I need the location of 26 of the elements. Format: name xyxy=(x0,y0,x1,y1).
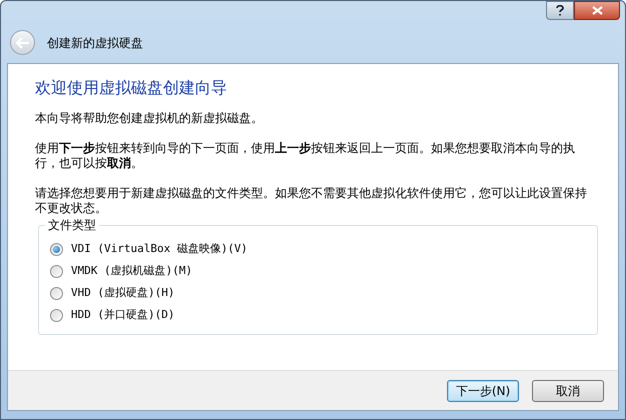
radio-label: VDI (VirtualBox 磁盘映像)(V) xyxy=(71,240,248,257)
wizard-button[interactable]: 下一步(N) xyxy=(447,380,519,402)
radio-option[interactable]: VMDK (虚拟机磁盘)(M) xyxy=(50,260,597,282)
radio-button[interactable] xyxy=(50,308,63,322)
radio-option[interactable]: HDD (并口硬盘)(D) xyxy=(50,304,597,326)
close-button[interactable] xyxy=(574,1,620,20)
close-icon xyxy=(592,6,602,15)
radio-button[interactable] xyxy=(50,242,63,256)
wizard-heading: 欢迎使用虚拟磁盘创建向导 xyxy=(35,78,228,98)
back-arrow-icon xyxy=(16,36,30,48)
radio-label: HDD (并口硬盘)(D) xyxy=(71,306,175,323)
group-legend: 文件类型 xyxy=(45,217,99,233)
radio-button[interactable] xyxy=(50,286,63,300)
wizard-button[interactable]: 取消 xyxy=(532,380,604,402)
description-text: 使用下一步按钮来转到向导的下一页面，使用上一步按钮来返回上一页面。如果您想要取消本向导的执行，也可以按取消。 xyxy=(35,141,576,171)
radio-option[interactable]: VDI (VirtualBox 磁盘映像)(V) xyxy=(50,238,597,260)
help-button[interactable] xyxy=(546,1,574,20)
help-icon xyxy=(556,5,564,16)
window-title: 创建新的虚拟硬盘 xyxy=(47,35,143,52)
back-button[interactable] xyxy=(10,30,35,55)
description-text: 请选择您想要用于新建虚拟磁盘的文件类型。如果您不需要其他虚拟化软件使用它，您可以让此设置保持不更改状态。 xyxy=(35,186,588,216)
description-text: 本向导将帮助您创建虚拟机的新虚拟磁盘。 xyxy=(35,111,264,126)
radio-button[interactable] xyxy=(50,264,63,278)
radio-label: VHD (虚拟硬盘)(H) xyxy=(71,284,175,301)
radio-label: VMDK (虚拟机磁盘)(M) xyxy=(71,262,192,279)
radio-option[interactable]: VHD (虚拟硬盘)(H) xyxy=(50,282,597,304)
